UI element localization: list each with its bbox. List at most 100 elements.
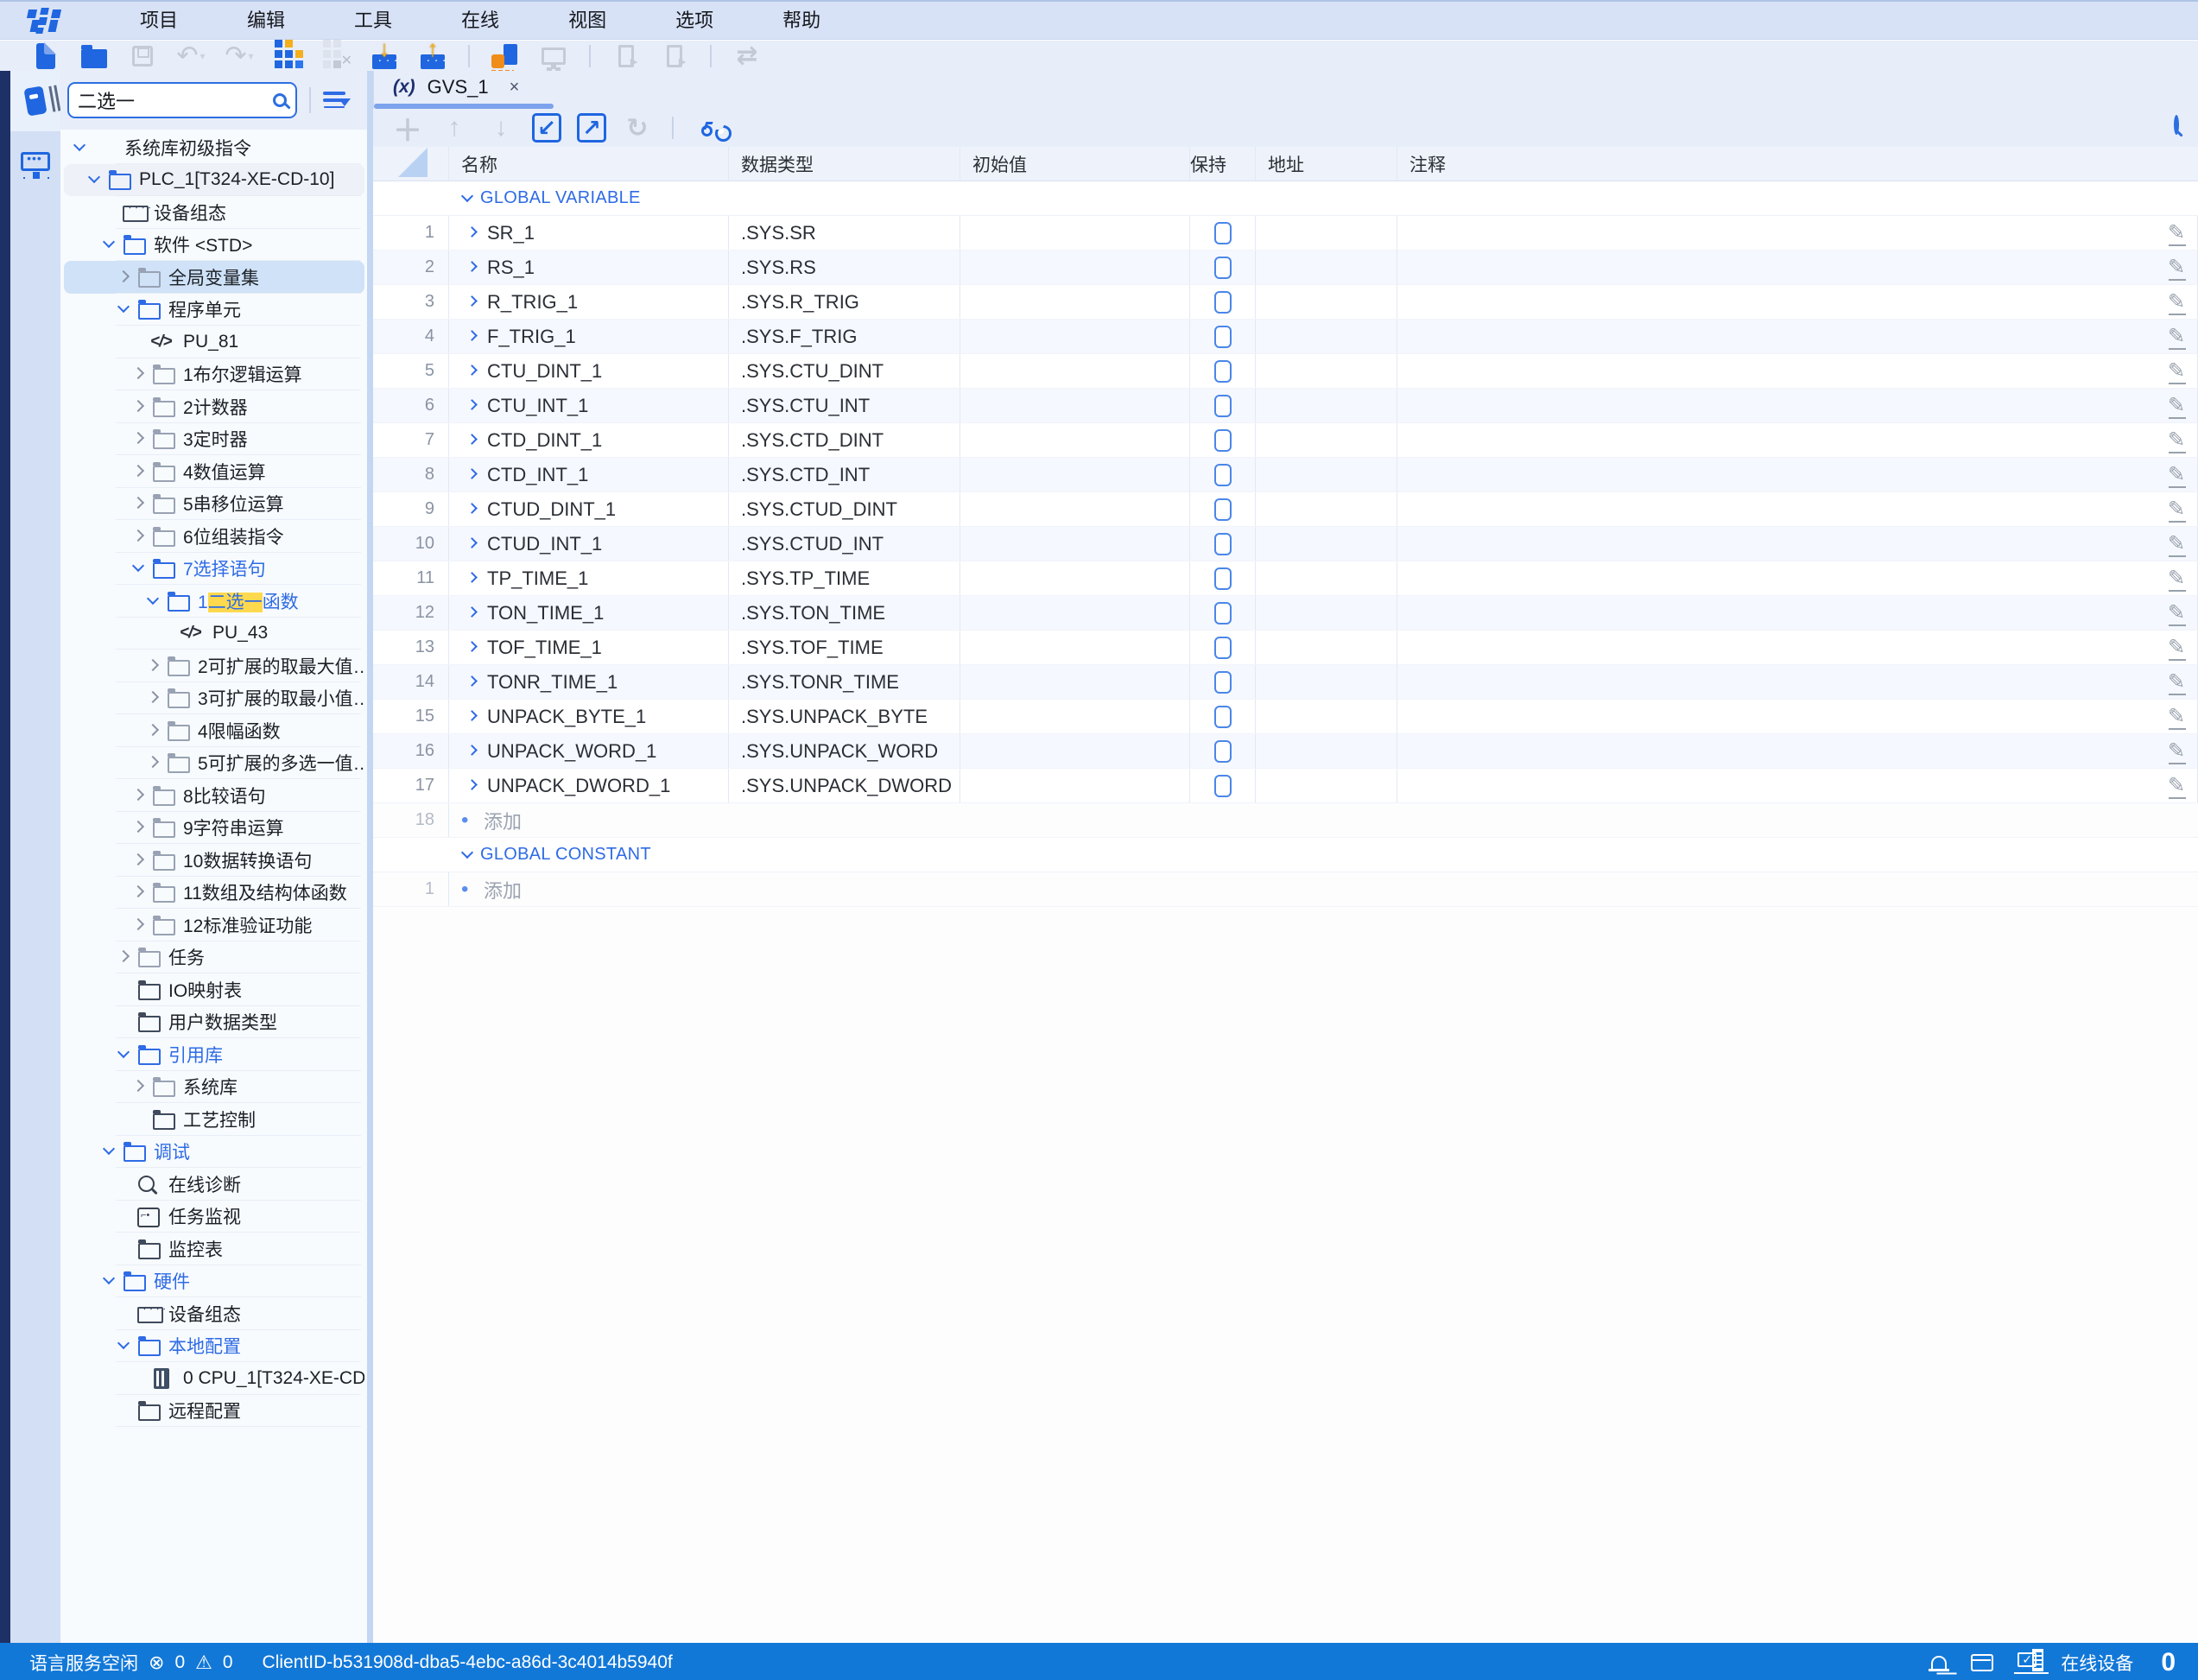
export-icon[interactable]: ↗ bbox=[577, 113, 606, 143]
expand-row-icon[interactable] bbox=[461, 674, 487, 691]
cell-name[interactable]: SR_1 bbox=[449, 216, 729, 250]
retain-checkbox[interactable] bbox=[1214, 671, 1232, 694]
tree-chevron-icon[interactable] bbox=[128, 398, 150, 415]
tree-item[interactable]: 6位组装指令 bbox=[64, 520, 364, 553]
tree-item[interactable]: 11数组及结构体函数 bbox=[64, 877, 364, 910]
table-row[interactable]: 14 TONR_TIME_1 .SYS.TONR_TIME ✎ bbox=[373, 665, 2198, 700]
tree-chevron-icon[interactable] bbox=[98, 1272, 121, 1290]
expand-row-icon[interactable] bbox=[461, 536, 487, 553]
cell-name[interactable]: UNPACK_WORD_1 bbox=[449, 734, 729, 768]
tree-item[interactable]: 设备组态 bbox=[64, 196, 364, 229]
cell-comment[interactable]: ✎ bbox=[1397, 389, 2198, 422]
tab-close-icon[interactable]: × bbox=[510, 78, 520, 98]
tree-item[interactable]: 7选择语句 bbox=[64, 553, 364, 586]
compare-icon[interactable]: ⇄ bbox=[727, 41, 767, 71]
cell-name[interactable]: F_TRIG_1 bbox=[449, 320, 729, 353]
cell-type[interactable]: .SYS.CTD_INT bbox=[729, 458, 960, 491]
tree-item[interactable]: 远程配置 bbox=[64, 1395, 364, 1428]
expand-row-icon[interactable] bbox=[461, 777, 487, 795]
cell-addr[interactable] bbox=[1256, 734, 1397, 768]
cell-comment[interactable]: ✎ bbox=[1397, 734, 2198, 768]
tree-item[interactable]: PLC_1[T324-XE-CD-10] bbox=[64, 164, 364, 197]
retain-checkbox[interactable] bbox=[1214, 395, 1232, 417]
tree-chevron-icon[interactable] bbox=[113, 301, 136, 318]
tree-chevron-icon[interactable] bbox=[128, 884, 150, 901]
tree-item[interactable]: 监控表 bbox=[64, 1233, 364, 1265]
group-chevron-icon[interactable] bbox=[458, 846, 480, 864]
menu-item[interactable]: 工具 bbox=[320, 2, 427, 40]
search-input[interactable] bbox=[78, 89, 273, 111]
edit-pencil-icon[interactable]: ✎ bbox=[2168, 531, 2188, 557]
edit-pencil-icon[interactable]: ✎ bbox=[2168, 255, 2188, 281]
tree-chevron-icon[interactable] bbox=[143, 657, 165, 675]
tree-item[interactable]: 调试 bbox=[64, 1136, 364, 1169]
move-up-icon[interactable]: ↑ bbox=[434, 111, 475, 145]
cell-name[interactable]: TOF_TIME_1 bbox=[449, 631, 729, 664]
table-row[interactable]: 11 TP_TIME_1 .SYS.TP_TIME ✎ bbox=[373, 561, 2198, 596]
retain-checkbox[interactable] bbox=[1214, 740, 1232, 763]
download-to-plc-icon[interactable]: ↓ bbox=[364, 41, 404, 71]
table-row[interactable]: 13 TOF_TIME_1 .SYS.TOF_TIME ✎ bbox=[373, 631, 2198, 665]
add-row-label[interactable]: 添加 bbox=[484, 876, 522, 903]
network-config-icon[interactable] bbox=[10, 131, 60, 192]
cell-comment[interactable]: ✎ bbox=[1397, 216, 2198, 250]
tree-item[interactable]: 系统库初级指令 bbox=[64, 131, 364, 164]
cell-init[interactable] bbox=[960, 320, 1190, 353]
group-header-global-variable[interactable]: GLOBAL VARIABLE bbox=[373, 181, 2198, 216]
expand-row-icon[interactable] bbox=[461, 294, 487, 311]
tree-chevron-icon[interactable] bbox=[128, 528, 150, 545]
table-row[interactable]: 6 CTU_INT_1 .SYS.CTU_INT ✎ bbox=[373, 389, 2198, 423]
cell-comment[interactable]: ✎ bbox=[1397, 700, 2198, 733]
cell-init[interactable] bbox=[960, 216, 1190, 250]
cell-addr[interactable] bbox=[1256, 458, 1397, 491]
tree-chevron-icon[interactable] bbox=[128, 852, 150, 869]
tree-item[interactable]: 5串移位运算 bbox=[64, 488, 364, 521]
tree-item[interactable]: 任务 bbox=[64, 941, 364, 974]
menu-item[interactable]: 在线 bbox=[427, 2, 534, 40]
expand-row-icon[interactable] bbox=[461, 708, 487, 726]
cell-comment[interactable]: ✎ bbox=[1397, 354, 2198, 388]
cell-comment[interactable]: ✎ bbox=[1397, 769, 2198, 802]
cell-name[interactable]: UNPACK_BYTE_1 bbox=[449, 700, 729, 733]
notifications-bell-icon[interactable] bbox=[1931, 1656, 1947, 1670]
retain-checkbox[interactable] bbox=[1214, 429, 1232, 452]
column-header-init[interactable]: 初始值 bbox=[960, 147, 1190, 181]
cell-init[interactable] bbox=[960, 458, 1190, 491]
cell-name[interactable]: CTD_INT_1 bbox=[449, 458, 729, 491]
cell-name[interactable]: TONR_TIME_1 bbox=[449, 665, 729, 699]
cell-addr[interactable] bbox=[1256, 492, 1397, 526]
cell-type[interactable]: .SYS.CTUD_DINT bbox=[729, 492, 960, 526]
cell-comment[interactable]: ✎ bbox=[1397, 631, 2198, 664]
cell-addr[interactable] bbox=[1256, 665, 1397, 699]
add-variable-row[interactable]: 18 • 添加 bbox=[373, 803, 2198, 838]
cell-type[interactable]: .SYS.CTUD_INT bbox=[729, 527, 960, 561]
cell-comment[interactable]: ✎ bbox=[1397, 250, 2198, 284]
tree-chevron-icon[interactable] bbox=[128, 430, 150, 447]
tree-item[interactable]: 工艺控制 bbox=[64, 1103, 364, 1136]
undo-icon[interactable]: ↶ bbox=[171, 41, 211, 71]
edit-pencil-icon[interactable]: ✎ bbox=[2168, 739, 2188, 764]
cell-name[interactable]: CTD_DINT_1 bbox=[449, 423, 729, 457]
cell-name[interactable]: TON_TIME_1 bbox=[449, 596, 729, 630]
tree-chevron-icon[interactable] bbox=[84, 171, 106, 188]
cell-type[interactable]: .SYS.CTU_INT bbox=[729, 389, 960, 422]
table-row[interactable]: 5 CTU_DINT_1 .SYS.CTU_DINT ✎ bbox=[373, 354, 2198, 389]
grid-search-icon[interactable] bbox=[2174, 117, 2179, 133]
retain-checkbox[interactable] bbox=[1214, 706, 1232, 728]
cell-type[interactable]: .SYS.CTD_DINT bbox=[729, 423, 960, 457]
column-header-keep[interactable]: 保持 bbox=[1190, 147, 1256, 181]
error-icon[interactable]: ⊗ bbox=[149, 1651, 164, 1674]
cell-init[interactable] bbox=[960, 769, 1190, 802]
cell-init[interactable] bbox=[960, 527, 1190, 561]
expand-row-icon[interactable] bbox=[461, 639, 487, 656]
cell-init[interactable] bbox=[960, 492, 1190, 526]
retain-checkbox[interactable] bbox=[1214, 602, 1232, 624]
tree-item[interactable]: 12标准验证功能 bbox=[64, 909, 364, 941]
tree-item[interactable]: PU_43 bbox=[64, 618, 364, 650]
retain-checkbox[interactable] bbox=[1214, 775, 1232, 797]
cell-addr[interactable] bbox=[1256, 423, 1397, 457]
tree-item[interactable]: 2可扩展的取最大值… bbox=[64, 650, 364, 682]
expand-row-icon[interactable] bbox=[461, 328, 487, 346]
cell-init[interactable] bbox=[960, 596, 1190, 630]
expand-row-icon[interactable] bbox=[461, 605, 487, 622]
